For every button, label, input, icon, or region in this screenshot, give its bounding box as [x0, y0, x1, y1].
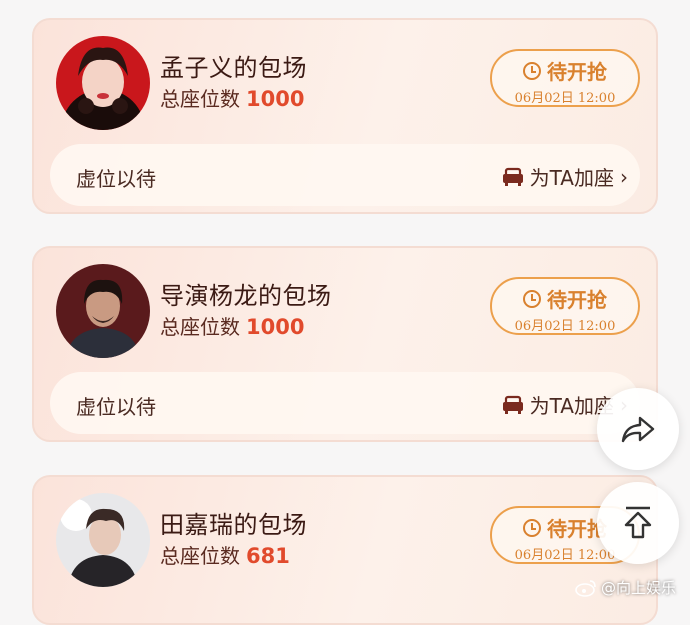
clock-icon: [523, 518, 541, 537]
add-seat-label: 为TA加座: [529, 166, 614, 190]
avatar[interactable]: [56, 264, 150, 358]
seat-count-label: 总座位数: [160, 87, 240, 111]
back-to-top-button[interactable]: [597, 482, 679, 564]
seat-bar: 虚位以待 为TA加座 ›: [50, 372, 640, 434]
seat-count-value: 1000: [246, 87, 305, 111]
clock-icon: [523, 289, 541, 308]
add-seat-link[interactable]: 为TA加座 ›: [502, 162, 628, 191]
avatar-image: [56, 36, 150, 130]
seat-count: 总座位数 1000: [160, 83, 304, 112]
share-icon: [621, 416, 655, 443]
status-button[interactable]: 待开抢 06月02日 12:00: [490, 49, 640, 107]
sofa-icon: [502, 395, 523, 414]
avatar-image: [56, 264, 150, 358]
screening-card[interactable]: 导演杨龙的包场 总座位数 1000 待开抢 06月02日 12:00 虚位以待 为…: [32, 246, 658, 442]
seat-bar-label: 虚位以待: [76, 167, 156, 191]
weibo-logo-icon: [575, 579, 596, 597]
screening-title: 田嘉瑞的包场: [160, 511, 307, 539]
status-label: 待开抢: [547, 60, 607, 84]
chevron-right-icon: ›: [620, 164, 628, 189]
avatar-image: [56, 493, 150, 587]
avatar[interactable]: [56, 493, 150, 587]
seat-count-label: 总座位数: [160, 315, 240, 339]
screening-title: 孟子义的包场: [160, 54, 307, 82]
screening-card[interactable]: 田嘉瑞的包场 总座位数 681 待开抢 06月02日 12:00: [32, 475, 658, 625]
clock-icon: [523, 61, 541, 80]
sofa-icon: [502, 167, 523, 186]
status-label: 待开抢: [547, 288, 607, 312]
seat-count: 总座位数 681: [160, 540, 290, 569]
seat-count-label: 总座位数: [160, 544, 240, 568]
seat-count-value: 1000: [246, 315, 305, 339]
seat-bar-label: 虚位以待: [76, 395, 156, 419]
seat-count: 总座位数 1000: [160, 311, 304, 340]
arrow-up-icon: [624, 506, 652, 539]
status-button[interactable]: 待开抢 06月02日 12:00: [490, 277, 640, 335]
screening-card[interactable]: 孟子义的包场 总座位数 1000 待开抢 06月02日 12:00 虚位以待 为T…: [32, 18, 658, 214]
status-time: 06月02日 12:00: [514, 319, 616, 334]
watermark-text: @向上娱乐: [600, 579, 676, 597]
watermark: @向上娱乐: [575, 577, 676, 598]
avatar[interactable]: [56, 36, 150, 130]
status-time: 06月02日 12:00: [514, 91, 616, 106]
screening-title: 导演杨龙的包场: [160, 282, 332, 310]
seat-count-value: 681: [246, 544, 290, 568]
share-button[interactable]: [597, 388, 679, 470]
seat-bar: 虚位以待 为TA加座 ›: [50, 144, 640, 206]
